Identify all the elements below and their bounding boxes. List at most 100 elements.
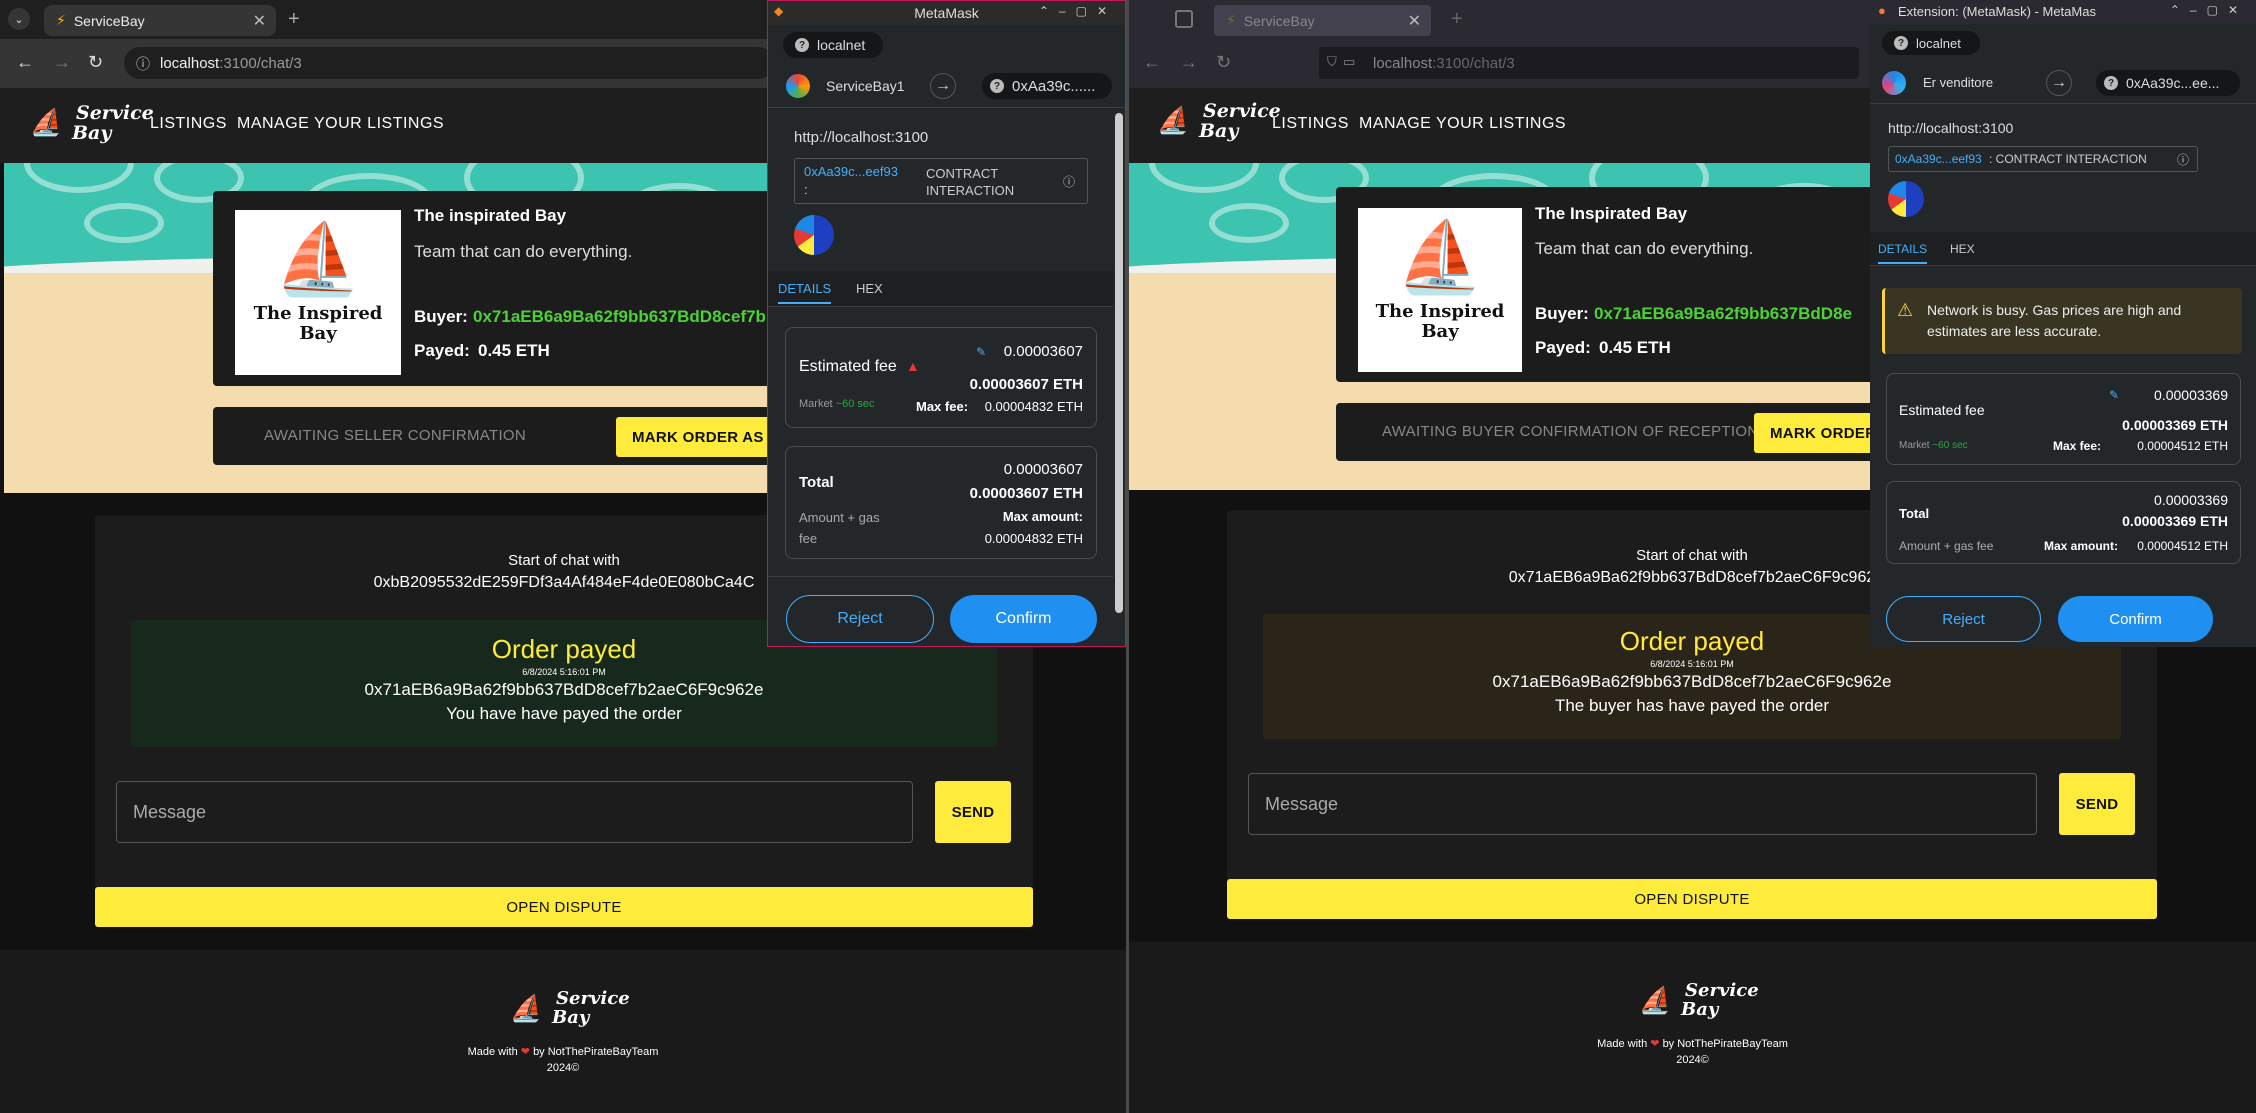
nav-listings[interactable]: LISTINGS: [1272, 115, 1349, 133]
tab-hex[interactable]: HEX: [1950, 242, 1975, 256]
new-tab-button[interactable]: +: [1451, 8, 1463, 31]
estimated-fee-box: Estimated fee ▲ ✎ 0.00003607 0.00003607 …: [785, 327, 1097, 428]
reload-button[interactable]: ↻: [88, 52, 103, 73]
servicebay-logo[interactable]: ⛵ Service Bay: [30, 102, 154, 152]
payed-amount: 0.45 ETH: [478, 341, 550, 360]
contract-address-link[interactable]: 0xAa39c...eef93: [1895, 152, 1982, 166]
reload-button[interactable]: ↻: [1216, 52, 1231, 73]
max-fee-label: Max fee:: [2053, 439, 2102, 453]
buyer-address: 0x71aEB6a9Ba62f9bb637BdD8cef7b: [473, 307, 766, 326]
edit-pencil-icon[interactable]: ✎: [2109, 388, 2119, 402]
network-selector[interactable]: ? localnet: [783, 32, 883, 58]
ship-logo-icon: ⛵: [1639, 986, 1672, 1016]
message-input[interactable]: Message: [116, 781, 913, 843]
network-name: localnet: [1916, 35, 1961, 51]
info-icon[interactable]: ⓘ: [1063, 173, 1075, 190]
account-row: Er venditore → ? 0xAa39c...ee...: [1870, 60, 2256, 104]
buyer-address: 0x71aEB6a9Ba62f9bb637BdD8e: [1594, 304, 1852, 323]
tab-servicebay[interactable]: ⚡ ServiceBay ✕: [1214, 5, 1431, 36]
tab-title: ServiceBay: [73, 12, 145, 29]
listing-description: Team that can do everything.: [414, 242, 633, 261]
confirm-button[interactable]: Confirm: [950, 595, 1097, 643]
metamask-window-title: Extension: (MetaMask) - MetaMas: [1898, 4, 2096, 19]
ship-illustration-icon: ⛵: [274, 217, 362, 300]
market-time: ~60 sec: [835, 398, 875, 410]
send-button[interactable]: SEND: [935, 781, 1011, 843]
listing-description: Team that can do everything.: [1535, 239, 1754, 258]
back-button[interactable]: ←: [16, 52, 34, 73]
tab-details[interactable]: DETAILS: [1878, 242, 1928, 264]
total-label: Total: [1899, 506, 1930, 521]
forward-button[interactable]: →: [1180, 52, 1198, 73]
estimated-fee-eth: 0.00003607 ETH: [969, 376, 1083, 393]
reject-button[interactable]: Reject: [786, 595, 934, 643]
nav-manage-listings[interactable]: MANAGE YOUR LISTINGS: [1359, 115, 1566, 133]
close-tab-icon[interactable]: ✕: [253, 11, 266, 31]
to-account-address: 0xAa39c......: [1012, 77, 1096, 95]
reject-button[interactable]: Reject: [1886, 596, 2041, 642]
address-bar[interactable]: ⓘ localhost:3100/chat/3: [124, 47, 774, 79]
total-box: Total 0.00003607 0.00003607 ETH Amount +…: [785, 446, 1097, 559]
listing-image-text2: Bay: [1421, 321, 1459, 342]
ship-logo-icon: ⛵: [1157, 106, 1190, 136]
message-input[interactable]: Message: [1248, 773, 2037, 835]
info-icon[interactable]: ⓘ: [2177, 151, 2189, 168]
servicebay-logo[interactable]: ⛵ Service Bay: [1157, 100, 1281, 150]
footer-credit: Made with ❤ by NotThePirateBayTeam: [1129, 1037, 2256, 1050]
estimated-fee-box: Estimated fee ✎ 0.00003369 0.00003369 ET…: [1886, 373, 2241, 465]
window-controls[interactable]: ⌃–▢✕: [1039, 4, 1117, 18]
to-account-icon: ?: [990, 79, 1004, 93]
tab-title: ServiceBay: [1243, 12, 1315, 29]
listing-name: The inspirated Bay: [414, 206, 567, 225]
payed-label: Payed:: [414, 341, 470, 360]
tab-overview-icon[interactable]: [1175, 10, 1193, 28]
footer-logo: ⛵ Service Bay: [1639, 980, 1759, 1026]
buyer-label: Buyer:: [414, 307, 468, 326]
listing-name: The Inspirated Bay: [1535, 204, 1688, 223]
back-button[interactable]: ←: [1143, 52, 1161, 73]
network-selector[interactable]: ? localnet: [1882, 31, 1980, 55]
new-tab-button[interactable]: +: [288, 8, 300, 31]
tab-hex[interactable]: HEX: [856, 281, 883, 296]
total-eth: 0.00003607 ETH: [969, 485, 1083, 502]
open-dispute-button[interactable]: OPEN DISPUTE: [1227, 879, 2157, 919]
contract-address-link[interactable]: 0xAa39c...eef93: [804, 164, 898, 179]
order-status-bar: AWAITING SELLER CONFIRMATION MARK ORDER …: [213, 407, 803, 465]
nav-listings[interactable]: LISTINGS: [150, 115, 227, 133]
origin-url: http://localhost:3100: [794, 129, 929, 146]
market-text: Market: [1899, 440, 1930, 451]
listing-image-text1: The Inspired: [1375, 301, 1505, 322]
tab-search-button[interactable]: ⌄: [8, 8, 30, 30]
ship-illustration-icon: ⛵: [1396, 215, 1484, 298]
forward-button[interactable]: →: [53, 52, 71, 73]
popup-scrollbar[interactable]: [1115, 113, 1123, 613]
network-icon: ?: [1894, 36, 1908, 50]
tab-details[interactable]: DETAILS: [778, 281, 832, 304]
page-icon[interactable]: ▭: [1343, 54, 1355, 70]
footer-year: 2024©: [1676, 1054, 1709, 1066]
account-row: ServiceBay1 → ? 0xAa39c......: [768, 63, 1125, 108]
total-value: 0.00003369: [2154, 492, 2228, 508]
address-bar[interactable]: ⛉ ▭ localhost:3100/chat/3: [1319, 47, 1859, 79]
listing-image: ⛵ The Inspired Bay: [1358, 208, 1522, 372]
order-status-bar: AWAITING BUYER CONFIRMATION OF RECEPTION…: [1336, 403, 1916, 461]
footer-logo-line2: Bay: [552, 1007, 590, 1028]
tab-servicebay[interactable]: ⚡ ServiceBay ✕: [44, 5, 276, 36]
close-tab-icon[interactable]: ✕: [1408, 11, 1421, 31]
nav-manage-listings[interactable]: MANAGE YOUR LISTINGS: [237, 115, 444, 133]
estimated-fee-eth: 0.00003369 ETH: [2122, 417, 2228, 433]
max-fee-label: Max fee:: [916, 399, 969, 414]
amount-gas-label: Amount + gas fee: [799, 510, 880, 546]
window-controls[interactable]: ⌃–▢✕: [2170, 3, 2248, 17]
send-button[interactable]: SEND: [2059, 773, 2135, 835]
shield-icon[interactable]: ⛉: [1327, 54, 1337, 70]
metamask-popup: ● Extension: (MetaMask) - MetaMas ⌃–▢✕ ?…: [1870, 0, 2256, 647]
contract-interaction-label: CONTRACT INTERACTION: [926, 166, 1015, 198]
max-amount-label: Max amount:: [1002, 509, 1083, 524]
order-status-text: AWAITING SELLER CONFIRMATION: [264, 427, 527, 444]
confirm-button[interactable]: Confirm: [2058, 596, 2213, 642]
site-info-icon[interactable]: ⓘ: [136, 54, 150, 74]
warning-text: Network is busy. Gas prices are high and…: [1927, 302, 2182, 339]
open-dispute-button[interactable]: OPEN DISPUTE: [95, 887, 1033, 927]
edit-pencil-icon[interactable]: ✎: [976, 345, 986, 359]
